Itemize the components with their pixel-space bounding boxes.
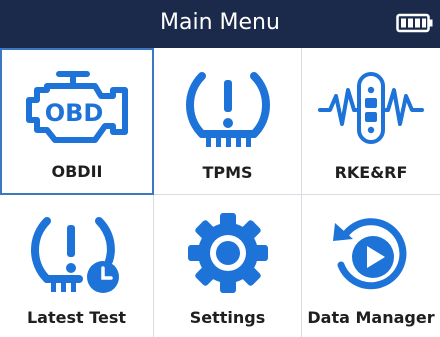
battery-full-icon <box>396 13 433 33</box>
menu-item-obdii[interactable]: OBD OBDII <box>0 48 154 195</box>
tire-pressure-icon <box>185 72 270 147</box>
menu-item-label: Settings <box>189 308 266 327</box>
main-menu-screen: Main Menu OBD OBDII TPMS RKE&RF Latest T… <box>0 0 440 337</box>
gear-icon <box>187 213 268 293</box>
menu-item-data-manager[interactable]: Data Manager <box>302 195 440 337</box>
engine-icon-text: OBD <box>45 99 104 127</box>
menu-item-tpms[interactable]: TPMS <box>154 48 302 195</box>
tire-pressure-clock-icon <box>30 217 119 293</box>
key-fob-signal-icon <box>318 72 424 144</box>
menu-item-latest-test[interactable]: Latest Test <box>0 195 154 337</box>
menu-item-settings[interactable]: Settings <box>154 195 302 337</box>
menu-item-label: OBDII <box>51 162 103 181</box>
menu-item-label: Latest Test <box>26 308 127 327</box>
menu-item-label: Data Manager <box>307 308 435 327</box>
menu-item-label: TPMS <box>202 163 253 182</box>
replay-icon <box>333 218 407 290</box>
menu-grid: OBD OBDII TPMS RKE&RF Latest Test Settin… <box>0 46 440 337</box>
menu-item-rke-rf[interactable]: RKE&RF <box>302 48 440 195</box>
title-bar: Main Menu <box>0 0 440 46</box>
menu-item-label: RKE&RF <box>334 163 408 182</box>
engine-obd-icon: OBD <box>26 71 128 143</box>
page-title: Main Menu <box>160 10 280 35</box>
